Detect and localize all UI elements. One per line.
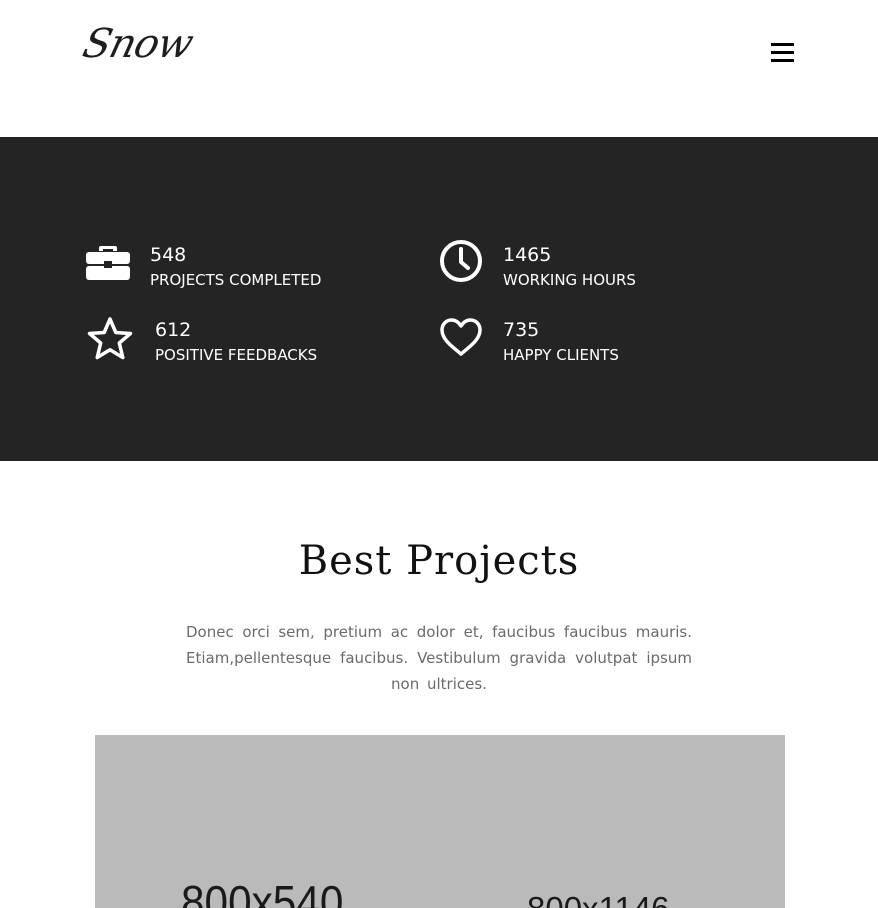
stat-value: 1465 bbox=[503, 244, 552, 266]
stats-section: 548 PROJECTS COMPLETED 1465 WORKING HOUR… bbox=[0, 137, 878, 461]
stat-value: 735 bbox=[503, 319, 540, 341]
clock-icon bbox=[440, 240, 482, 282]
stat-label: HAPPY CLIENTS bbox=[503, 346, 619, 364]
section-description: Donec orci sem, pretium ac dolor et, fau… bbox=[186, 623, 692, 693]
stat-value: 612 bbox=[155, 319, 192, 341]
project-image-placeholder[interactable]: 800x1146 bbox=[527, 892, 670, 908]
section-title: Best Projects bbox=[298, 538, 580, 584]
star-icon bbox=[87, 317, 133, 360]
stat-label: WORKING HOURS bbox=[503, 271, 636, 289]
site-header: Snow bbox=[0, 0, 878, 137]
menu-bar bbox=[771, 51, 794, 54]
hamburger-menu-icon[interactable] bbox=[771, 43, 794, 63]
best-projects-section: Best Projects Donec orci sem, pretium ac… bbox=[0, 461, 878, 908]
menu-bar bbox=[771, 43, 794, 46]
stat-label: POSITIVE FEEDBACKS bbox=[155, 346, 318, 364]
menu-bar bbox=[771, 59, 794, 62]
project-gallery: 800x540 800x1146 bbox=[95, 735, 785, 908]
project-image-placeholder[interactable]: 800x540 bbox=[181, 879, 343, 908]
heart-icon bbox=[440, 318, 482, 356]
stat-value: 548 bbox=[150, 244, 187, 266]
stat-label: PROJECTS COMPLETED bbox=[150, 271, 322, 289]
briefcase-icon bbox=[86, 246, 130, 280]
site-logo[interactable]: Snow bbox=[78, 21, 197, 67]
